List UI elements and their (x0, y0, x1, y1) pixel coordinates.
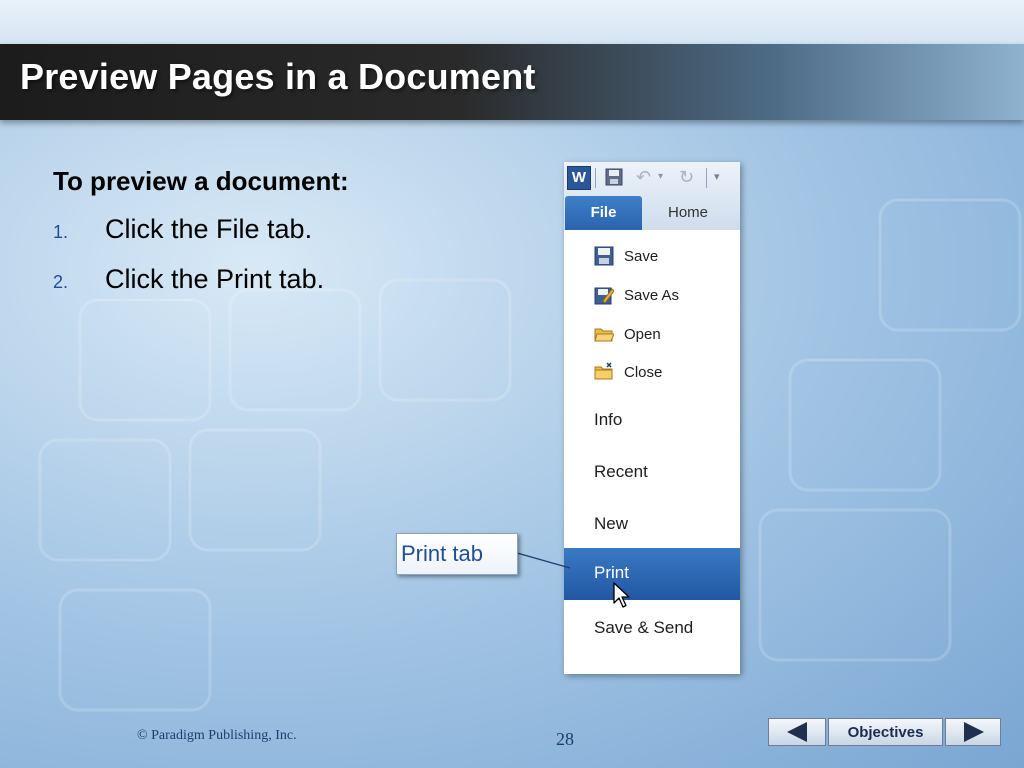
arrow-left-icon (787, 722, 807, 742)
toolbar-separator (595, 168, 596, 188)
word-app-icon[interactable]: W (567, 166, 591, 190)
next-slide-button[interactable] (945, 718, 1001, 746)
title-bar: Preview Pages in a Document (0, 44, 1024, 120)
menu-item-label: Save (624, 248, 659, 265)
top-strip (0, 0, 1024, 44)
menu-item-save-send[interactable]: Save & Send (564, 610, 740, 646)
slide-navigation: Objectives (768, 718, 1001, 748)
menu-item-label: New (594, 514, 629, 533)
tab-file[interactable]: File (565, 196, 642, 230)
menu-item-label: Recent (594, 462, 648, 481)
save-as-icon (594, 287, 614, 305)
customize-qat-icon[interactable]: ▾ (714, 166, 728, 188)
step-number: 1. (53, 222, 69, 242)
word-screenshot: W ↶ ▾ ↻ ▾ File Home Save Save As Open Cl… (564, 162, 740, 674)
menu-item-label: Print (594, 563, 629, 582)
save-icon (594, 246, 614, 266)
quick-access-toolbar: W ↶ ▾ ↻ ▾ (564, 162, 740, 194)
menu-item-print[interactable]: Print (564, 548, 740, 608)
close-folder-icon (594, 362, 613, 380)
menu-item-info[interactable]: Info (564, 402, 740, 438)
arrow-right-icon (964, 722, 984, 742)
menu-item-label: Save & Send (594, 618, 694, 637)
backstage-menu: Save Save As Open Close Info Recent New … (564, 230, 740, 674)
objectives-button[interactable]: Objectives (828, 718, 943, 746)
instructions-heading: To preview a document: (53, 166, 349, 196)
tab-home[interactable]: Home (648, 196, 728, 230)
menu-item-save-as[interactable]: Save As (564, 279, 740, 311)
objectives-label: Objectives (847, 724, 924, 741)
toolbar-separator (706, 168, 707, 188)
menu-item-recent[interactable]: Recent (564, 454, 740, 490)
step-number: 2. (53, 272, 69, 292)
menu-item-label: Save As (624, 287, 680, 304)
copyright-text: © Paradigm Publishing, Inc. (137, 728, 297, 743)
mouse-pointer-icon (613, 582, 630, 608)
callout-label: Print tab (401, 541, 483, 566)
menu-item-label: Info (594, 410, 623, 429)
redo-icon[interactable]: ↻ (679, 166, 697, 188)
menu-item-open[interactable]: Open (564, 318, 740, 350)
ribbon-tabs: File Home (564, 194, 740, 231)
undo-dropdown-icon[interactable]: ▾ (658, 166, 666, 188)
save-icon[interactable] (604, 166, 624, 188)
undo-icon[interactable]: ↶ (636, 166, 654, 188)
slide-title: Preview Pages in a Document (20, 56, 536, 97)
menu-item-new[interactable]: New (564, 506, 740, 542)
callout-box: Print tab (396, 533, 518, 575)
menu-item-label: Close (624, 364, 663, 381)
step-text: Click the File tab. (105, 214, 313, 244)
previous-slide-button[interactable] (768, 718, 826, 746)
page-number: 28 (556, 729, 574, 749)
open-folder-icon (594, 328, 614, 342)
menu-item-save[interactable]: Save (564, 240, 740, 272)
menu-item-close[interactable]: Close (564, 356, 740, 388)
menu-item-label: Open (624, 326, 661, 343)
step-text: Click the Print tab. (105, 264, 325, 294)
